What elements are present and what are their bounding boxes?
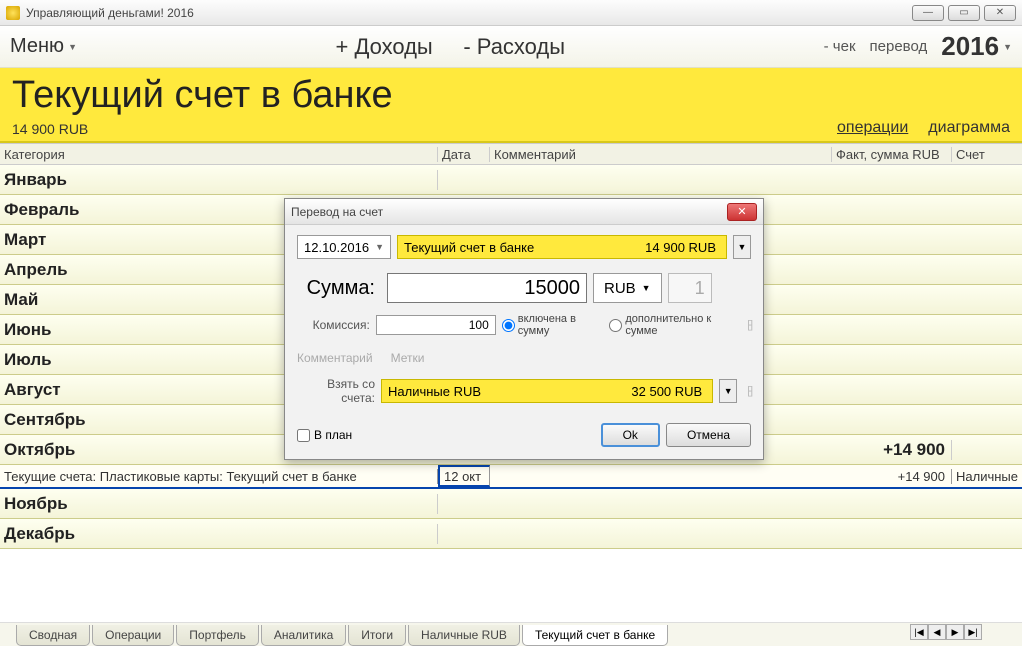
ok-button[interactable]: Ok: [601, 423, 660, 447]
from-account-balance: 32 500 RUB: [631, 384, 702, 399]
bottom-tab[interactable]: Итоги: [348, 625, 406, 646]
bottom-tabs: СводнаяОперацииПортфельАналитикаИтогиНал…: [0, 622, 1022, 646]
close-window-button[interactable]: ✕: [984, 5, 1016, 21]
chevron-down-icon: ▼: [642, 283, 651, 293]
to-account-name: Текущий счет в банке: [404, 240, 534, 255]
month-row[interactable]: Декабрь: [0, 519, 1022, 549]
cancel-button[interactable]: Отмена: [666, 423, 751, 447]
maximize-button[interactable]: ▭: [948, 5, 980, 21]
plan-checkbox-label: В план: [314, 428, 352, 442]
date-value: 12.10.2016: [304, 240, 369, 255]
comment-link[interactable]: Комментарий: [297, 351, 373, 365]
grid-header: Категория Дата Комментарий Факт, сумма R…: [0, 143, 1022, 165]
radio-included-input[interactable]: [502, 319, 515, 332]
month-name: Январь: [0, 170, 438, 190]
account-balance: 14 900 RUB: [12, 121, 88, 137]
minimize-button[interactable]: —: [912, 5, 944, 21]
bottom-tab[interactable]: Наличные RUB: [408, 625, 520, 646]
radio-included[interactable]: включена в сумму: [502, 313, 604, 337]
commission-input[interactable]: [376, 315, 496, 335]
menu-button[interactable]: Меню ▼: [10, 35, 77, 58]
radio-additional-input[interactable]: [609, 319, 622, 332]
from-account-dropdown[interactable]: ▼: [719, 379, 737, 403]
toolbar-center: + Доходы - Расходы: [77, 34, 824, 60]
from-account-select[interactable]: Наличные RUB 32 500 RUB: [381, 379, 713, 403]
bottom-tab[interactable]: Текущий счет в банке: [522, 625, 668, 646]
bottom-tab[interactable]: Аналитика: [261, 625, 346, 646]
tx-account: Наличные: [952, 469, 1022, 484]
tx-category: Текущие счета: Пластиковые карты: Текущи…: [0, 469, 438, 484]
sum-label: Сумма:: [297, 277, 375, 300]
expense-button[interactable]: - Расходы: [463, 34, 565, 59]
to-account-balance: 14 900 RUB: [645, 240, 716, 255]
tx-fact: +14 900: [832, 469, 952, 484]
col-category: Категория: [0, 147, 438, 162]
month-row[interactable]: Январь: [0, 165, 1022, 195]
dialog-title: Перевод на счет: [291, 205, 383, 219]
from-account-name: Наличные RUB: [388, 384, 481, 399]
year-label: 2016: [941, 31, 999, 62]
tab-scroll-last[interactable]: ▶|: [964, 624, 982, 640]
window-titlebar: Управляющий деньгами! 2016 — ▭ ✕: [0, 0, 1022, 26]
main-toolbar: Меню ▼ + Доходы - Расходы - чек перевод …: [0, 26, 1022, 68]
commission-label: Комиссия:: [297, 318, 370, 332]
menu-label: Меню: [10, 35, 64, 58]
month-fact: +14 900: [832, 440, 952, 460]
dialog-titlebar: Перевод на счет ✕: [285, 199, 763, 225]
tx-date: 12 окт: [438, 465, 490, 487]
app-icon: [6, 6, 20, 20]
tab-operations[interactable]: операции: [837, 119, 908, 137]
to-account-dropdown[interactable]: ▼: [733, 235, 751, 259]
sum-input[interactable]: [387, 273, 587, 303]
currency-label: RUB: [604, 280, 636, 297]
expand-icon[interactable]: [-]: [747, 319, 751, 331]
quantity-input[interactable]: [668, 273, 712, 303]
chevron-down-icon: ▼: [68, 42, 77, 52]
radio-additional-label: дополнительно к сумме: [625, 313, 737, 337]
year-selector[interactable]: 2016 ▼: [941, 31, 1012, 62]
dialog-close-button[interactable]: ✕: [727, 203, 757, 221]
transaction-row[interactable]: Текущие счета: Пластиковые карты: Текущи…: [0, 465, 1022, 489]
currency-select[interactable]: RUB ▼: [593, 273, 662, 303]
date-picker[interactable]: 12.10.2016 ▼: [297, 235, 391, 259]
month-row[interactable]: Ноябрь: [0, 489, 1022, 519]
income-button[interactable]: + Доходы: [336, 34, 433, 59]
plan-checkbox-input[interactable]: [297, 429, 310, 442]
bottom-tab[interactable]: Операции: [92, 625, 174, 646]
transfer-dialog: Перевод на счет ✕ 12.10.2016 ▼ Текущий с…: [284, 198, 764, 460]
month-name: Декабрь: [0, 524, 438, 544]
app-title: Управляющий деньгами! 2016: [26, 6, 194, 20]
col-comment: Комментарий: [490, 147, 832, 162]
tab-scroll-prev[interactable]: ◀: [928, 624, 946, 640]
col-date: Дата: [438, 147, 490, 162]
col-fact: Факт, сумма RUB: [832, 147, 952, 162]
from-label: Взять со счета:: [297, 377, 375, 405]
radio-additional[interactable]: дополнительно к сумме: [609, 313, 737, 337]
check-button[interactable]: - чек: [824, 38, 856, 55]
tab-scroll-next[interactable]: ▶: [946, 624, 964, 640]
to-account-select[interactable]: Текущий счет в банке 14 900 RUB: [397, 235, 727, 259]
bottom-tab[interactable]: Сводная: [16, 625, 90, 646]
chevron-down-icon: ▼: [375, 242, 384, 252]
expand-icon[interactable]: [-]: [747, 385, 751, 397]
transfer-button[interactable]: перевод: [870, 38, 928, 55]
tags-link[interactable]: Метки: [391, 351, 425, 365]
bottom-tab[interactable]: Портфель: [176, 625, 259, 646]
month-name: Ноябрь: [0, 494, 438, 514]
plan-checkbox[interactable]: В план: [297, 428, 352, 442]
tab-scroll-controls: |◀ ◀ ▶ ▶|: [910, 624, 982, 640]
tab-chart[interactable]: диаграмма: [928, 119, 1010, 137]
radio-included-label: включена в сумму: [518, 313, 604, 337]
chevron-down-icon: ▼: [1003, 42, 1012, 52]
account-header: Текущий счет в банке 14 900 RUB операции…: [0, 68, 1022, 143]
col-account: Счет: [952, 147, 1022, 162]
tab-scroll-first[interactable]: |◀: [910, 624, 928, 640]
account-name: Текущий счет в банке: [12, 74, 1010, 117]
